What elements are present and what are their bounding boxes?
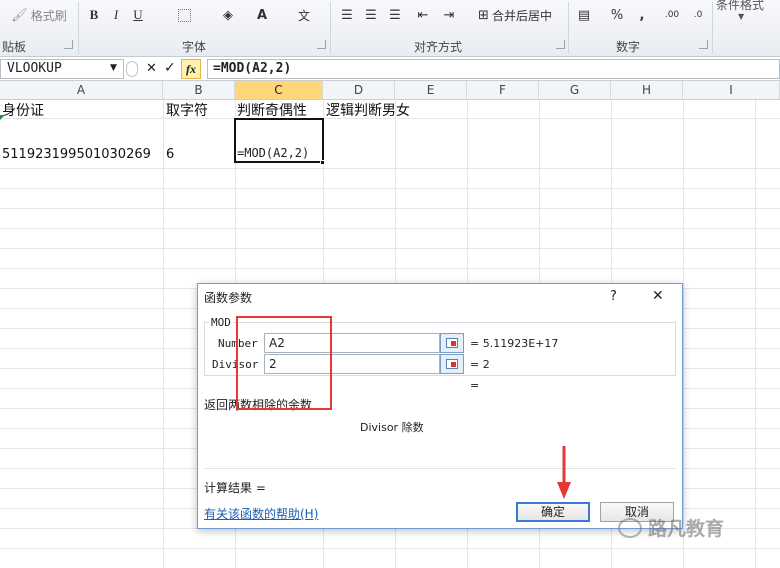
increase-indent-button[interactable]: ⇥ bbox=[440, 4, 458, 26]
percent-button[interactable]: % bbox=[608, 4, 626, 26]
font-group-label: 字体 bbox=[182, 40, 207, 54]
bold-button[interactable]: B bbox=[86, 4, 102, 26]
active-cell-formula: =MOD(A2,2) bbox=[237, 146, 310, 160]
column-header-i[interactable]: I bbox=[683, 81, 780, 100]
dialog-title: 函数参数 bbox=[204, 291, 253, 305]
close-button[interactable]: ✕ bbox=[652, 288, 664, 304]
outdent-icon: ⇥ bbox=[443, 7, 455, 23]
align-center-button[interactable]: ☰ bbox=[362, 4, 380, 26]
name-box[interactable]: VLOOKUP bbox=[0, 59, 124, 79]
font-color-button[interactable]: A bbox=[252, 4, 272, 26]
comma-button[interactable]: , bbox=[636, 4, 648, 26]
align-left-icon: ☰ bbox=[341, 7, 353, 23]
border-button[interactable] bbox=[174, 4, 194, 26]
insert-function-button[interactable]: fx bbox=[181, 59, 201, 79]
decrease-decimal-button[interactable]: .0 bbox=[688, 4, 708, 26]
dialog-divider bbox=[204, 468, 676, 469]
divisor-ref-button[interactable] bbox=[440, 354, 464, 374]
calculation-result: 计算结果 = bbox=[204, 481, 266, 495]
active-cell-c2[interactable]: =MOD(A2,2) bbox=[234, 118, 324, 163]
column-header-a[interactable]: A bbox=[0, 81, 163, 100]
decrease-indent-button[interactable]: ⇤ bbox=[414, 4, 432, 26]
formula-input[interactable]: =MOD(A2,2) bbox=[207, 59, 780, 79]
ok-button[interactable]: 确定 bbox=[516, 502, 590, 522]
red-arrow-mini-icon bbox=[451, 341, 456, 346]
merge-center-button[interactable]: ⊞ 合并后居中 bbox=[468, 4, 562, 26]
watermark: 路凡教育 bbox=[618, 514, 724, 541]
cell-d1[interactable]: 逻辑判断男女 bbox=[326, 100, 410, 120]
alignment-launcher-icon[interactable] bbox=[556, 40, 565, 49]
underline-button[interactable]: U bbox=[130, 4, 146, 26]
error-indicator-icon[interactable] bbox=[0, 115, 5, 120]
number-launcher-icon[interactable] bbox=[699, 40, 708, 49]
phonetic-button[interactable]: 文 bbox=[292, 4, 316, 26]
fill-handle[interactable] bbox=[320, 160, 325, 165]
indent-icon: ⇤ bbox=[417, 7, 429, 23]
function-name: MOD bbox=[209, 316, 233, 329]
font-launcher-icon[interactable] bbox=[317, 40, 326, 49]
red-arrow-mini-icon bbox=[451, 362, 456, 367]
wechat-icon bbox=[618, 517, 642, 538]
cell-a1[interactable]: 身份证 bbox=[2, 100, 44, 120]
enter-formula-button[interactable]: ✓ bbox=[164, 60, 176, 76]
column-header-b[interactable]: B bbox=[163, 81, 235, 100]
cell-b1[interactable]: 取字符 bbox=[166, 100, 208, 120]
border-icon bbox=[177, 8, 191, 22]
column-header-h[interactable]: H bbox=[611, 81, 683, 100]
paint-bucket-icon: ◈ bbox=[223, 7, 233, 23]
total-result-equals: = bbox=[470, 379, 480, 392]
cell-a2[interactable]: 511923199501030269 bbox=[2, 147, 151, 162]
align-center-icon: ☰ bbox=[365, 7, 377, 23]
help-button[interactable]: ? bbox=[610, 289, 617, 304]
cell-c1[interactable]: 判断奇偶性 bbox=[237, 100, 307, 120]
increase-decimal-icon: .00 bbox=[664, 10, 680, 20]
fx-icon: fx bbox=[186, 62, 196, 76]
annotation-arrow-icon bbox=[557, 446, 571, 503]
formula-bar-handle[interactable] bbox=[126, 61, 138, 77]
cancel-formula-button[interactable]: ✕ bbox=[146, 61, 157, 76]
currency-icon: ▤ bbox=[577, 7, 591, 23]
alignment-group-label: 对齐方式 bbox=[414, 40, 463, 54]
phonetic-icon: 文 bbox=[297, 8, 310, 23]
column-header-f[interactable]: F bbox=[467, 81, 539, 100]
number-arg-result: = 5.11923E+17 bbox=[470, 337, 559, 350]
column-header-e[interactable]: E bbox=[395, 81, 467, 100]
column-header-g[interactable]: G bbox=[539, 81, 611, 100]
column-header-c[interactable]: C bbox=[235, 81, 323, 100]
align-right-button[interactable]: ☰ bbox=[386, 4, 404, 26]
decrease-decimal-icon: .0 bbox=[693, 10, 703, 20]
formula-bar: VLOOKUP ▼ ✕ ✓ fx =MOD(A2,2) bbox=[0, 57, 780, 81]
align-right-icon: ☰ bbox=[389, 7, 401, 23]
italic-button[interactable]: I bbox=[108, 4, 124, 26]
currency-button[interactable]: ▤ bbox=[574, 4, 594, 26]
format-painter-button[interactable]: 🖌 格式刷 bbox=[4, 4, 74, 26]
annotation-highlight-box bbox=[236, 316, 332, 410]
brush-icon: 🖌 bbox=[11, 7, 28, 23]
align-left-button[interactable]: ☰ bbox=[338, 4, 356, 26]
conditional-format-dropdown-icon[interactable]: ▼ bbox=[738, 12, 744, 21]
increase-decimal-button[interactable]: .00 bbox=[662, 4, 682, 26]
function-help-link[interactable]: 有关该函数的帮助(H) bbox=[204, 505, 318, 522]
fill-color-button[interactable]: ◈ bbox=[218, 4, 238, 26]
ribbon: 🖌 格式刷 贴板 B I U ◈ A 文 字体 ☰ ☰ ☰ ⇤ ⇥ ⊞ 合并后居… bbox=[0, 0, 780, 57]
font-color-icon: A bbox=[256, 7, 268, 23]
column-header-d[interactable]: D bbox=[323, 81, 395, 100]
merge-icon: ⊞ bbox=[478, 7, 489, 23]
divisor-arg-result: = 2 bbox=[470, 358, 490, 371]
argument-help: Divisor 除数 bbox=[360, 421, 424, 434]
clipboard-launcher-icon[interactable] bbox=[64, 40, 73, 49]
number-group-label: 数字 bbox=[616, 40, 641, 54]
cell-b2[interactable]: 6 bbox=[166, 147, 174, 162]
name-box-dropdown-icon[interactable]: ▼ bbox=[110, 63, 117, 73]
number-ref-button[interactable] bbox=[440, 333, 464, 353]
clipboard-group-label: 贴板 bbox=[2, 40, 27, 54]
